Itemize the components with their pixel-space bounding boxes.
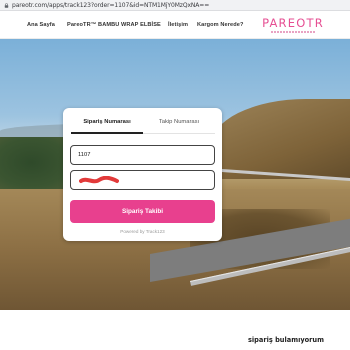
lock-icon xyxy=(4,2,9,8)
email-field[interactable] xyxy=(70,170,215,190)
tab-order-number[interactable]: Sipariş Numarası xyxy=(71,119,143,125)
order-number-input[interactable]: 1107 xyxy=(70,145,215,165)
nav-item-home[interactable]: Ana Sayfa xyxy=(27,22,55,28)
site-nav: Ana Sayfa PareoTR™ BAMBU WRAP ELBİSE İle… xyxy=(0,11,350,39)
tab-tracking-number[interactable]: Takip Numarası xyxy=(143,119,215,125)
nav-item-contact[interactable]: İletişim xyxy=(168,22,188,28)
powered-by-text[interactable]: Powered by Track123 xyxy=(63,229,222,234)
page-bottom: sipariş bulamıyorum xyxy=(0,310,350,350)
nav-item-product[interactable]: PareoTR™ BAMBU WRAP ELBİSE xyxy=(67,22,161,28)
right-hillside xyxy=(210,99,350,179)
logo-text: PAREOTR xyxy=(262,16,324,30)
url-text: pareotr.com/apps/track123?order=1107&id=… xyxy=(12,1,210,9)
track-order-button[interactable]: Sipariş Takibi xyxy=(70,200,215,223)
site-logo[interactable]: PAREOTR xyxy=(258,16,328,36)
logo-tagline-mark xyxy=(271,31,315,33)
browser-url-bar[interactable]: pareotr.com/apps/track123?order=1107&id=… xyxy=(0,0,350,11)
active-tab-underline xyxy=(71,132,143,134)
nav-item-track[interactable]: Kargom Nerede? xyxy=(197,22,243,28)
order-number-value: 1107 xyxy=(78,152,91,158)
redaction-scribble xyxy=(79,176,119,184)
order-tracking-card: Sipariş Numarası Takip Numarası 1107 Sip… xyxy=(63,108,222,241)
page: pareotr.com/apps/track123?order=1107&id=… xyxy=(0,0,350,350)
caption-text: sipariş bulamıyorum xyxy=(248,336,324,344)
